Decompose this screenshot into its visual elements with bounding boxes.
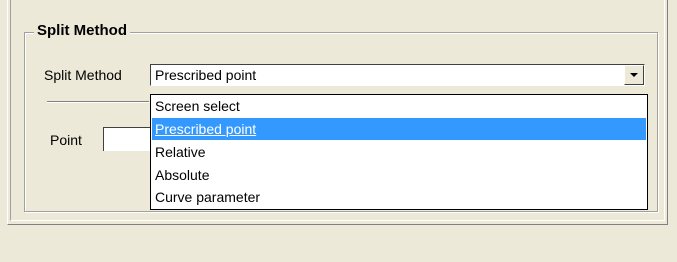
split-method-combobox[interactable]: Prescribed point <box>150 64 645 86</box>
split-method-combobox-value: Prescribed point <box>155 67 257 83</box>
dropdown-option-screen-select[interactable]: Screen select <box>152 95 646 117</box>
point-label: Point <box>50 132 82 148</box>
dropdown-option-curve-parameter[interactable]: Curve parameter <box>152 186 646 208</box>
groupbox-title: Split Method <box>34 22 130 40</box>
combo-dropdown-button[interactable] <box>624 65 644 85</box>
split-method-label: Split Method <box>44 67 122 83</box>
dropdown-option-relative[interactable]: Relative <box>152 141 646 163</box>
dropdown-option-prescribed-point[interactable]: Prescribed point <box>152 118 646 140</box>
divider <box>47 101 149 103</box>
dropdown-option-absolute[interactable]: Absolute <box>152 164 646 186</box>
split-method-dropdown-list: Screen select Prescribed point Relative … <box>150 94 648 210</box>
footer-area <box>0 226 677 262</box>
chevron-down-icon <box>630 73 638 77</box>
point-field[interactable] <box>103 127 150 151</box>
